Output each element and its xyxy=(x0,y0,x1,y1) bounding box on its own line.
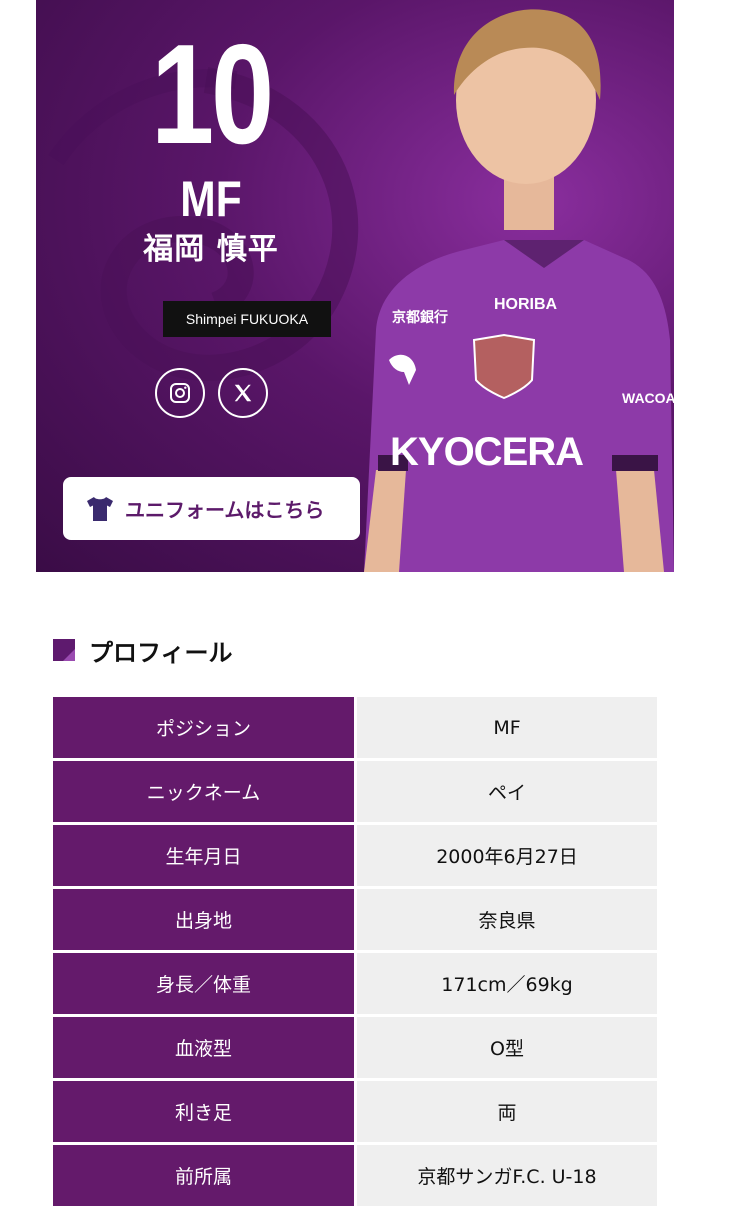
profile-title: プロフィール xyxy=(89,638,233,667)
profile-row: ポジション MF xyxy=(53,697,657,758)
x-link[interactable] xyxy=(218,368,268,418)
instagram-link[interactable] xyxy=(155,368,205,418)
player-photo: 京都銀行 HORIBA KYOCERA WACOAL xyxy=(364,9,674,572)
section-marker-icon xyxy=(53,639,75,661)
profile-row: 前所属 京都サンガF.C. U-18 xyxy=(53,1145,657,1206)
profile-value: O型 xyxy=(357,1017,657,1078)
profile-label: ニックネーム xyxy=(53,761,357,822)
profile-value: 両 xyxy=(357,1081,657,1142)
player-name-en: Shimpei FUKUOKA xyxy=(163,301,331,337)
profile-value: 171cm／69kg xyxy=(357,953,657,1014)
player-name-ja: 福岡 慎平 xyxy=(143,232,279,267)
profile-row: ニックネーム ペイ xyxy=(53,761,657,822)
profile-value: 2000年6月27日 xyxy=(357,825,657,886)
profile-value: ペイ xyxy=(357,761,657,822)
profile-row: 血液型 O型 xyxy=(53,1017,657,1078)
profile-label: 利き足 xyxy=(53,1081,357,1142)
x-icon xyxy=(234,384,252,402)
jersey-sponsor-left: 京都銀行 xyxy=(392,309,448,326)
profile-label: 身長／体重 xyxy=(53,953,357,1014)
player-position: MF xyxy=(180,171,242,227)
jersey-sponsor-top: HORIBA xyxy=(494,296,558,313)
profile-row: 身長／体重 171cm／69kg xyxy=(53,953,657,1014)
jersey-sponsor-sleeve: WACOAL xyxy=(622,390,674,406)
profile-section-title: プロフィール xyxy=(53,634,233,667)
profile-label: 生年月日 xyxy=(53,825,357,886)
profile-label: ポジション xyxy=(53,697,357,758)
profile-table: ポジション MF ニックネーム ペイ 生年月日 2000年6月27日 出身地 奈… xyxy=(53,694,657,1209)
jersey-number: 10 xyxy=(151,15,274,174)
profile-value: 京都サンガF.C. U-18 xyxy=(357,1145,657,1206)
instagram-icon xyxy=(170,383,190,403)
profile-row: 出身地 奈良県 xyxy=(53,889,657,950)
tshirt-icon xyxy=(87,496,113,521)
profile-label: 血液型 xyxy=(53,1017,357,1078)
profile-row: 生年月日 2000年6月27日 xyxy=(53,825,657,886)
uniform-button-label: ユニフォームはこちら xyxy=(125,498,325,522)
jersey-sponsor-chest: KYOCERA xyxy=(390,430,583,474)
profile-value: MF xyxy=(357,697,657,758)
uniform-button[interactable]: ユニフォームはこちら xyxy=(63,477,360,540)
profile-row: 利き足 両 xyxy=(53,1081,657,1142)
profile-value: 奈良県 xyxy=(357,889,657,950)
player-hero: 10 MF 福岡 慎平 Shimpei FUKUOKA ユニフォームはこちら 京… xyxy=(36,0,674,572)
profile-label: 前所属 xyxy=(53,1145,357,1206)
profile-label: 出身地 xyxy=(53,889,357,950)
